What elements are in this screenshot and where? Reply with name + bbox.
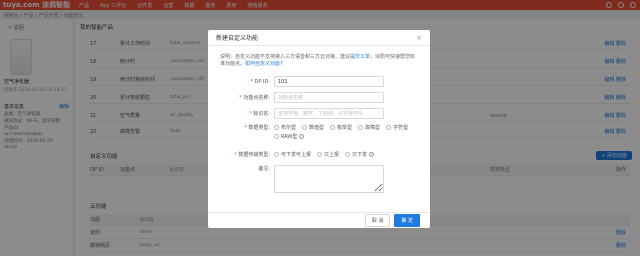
name-label: * 功能点名称:: [239, 95, 270, 101]
how-to-link[interactable]: 如何自定义功能?: [245, 61, 283, 67]
dp-id-input[interactable]: [274, 76, 384, 87]
remark-label: 备注:: [258, 166, 270, 172]
field-code: * 标识名:: [208, 108, 430, 119]
radio-send-only[interactable]: 只下发?: [345, 151, 375, 158]
new-custom-function-dialog: 新建自定义功能 × 说明：自定义功能不支持接入三方语音和三方云对接。建议提交工单…: [208, 30, 430, 228]
submit-ticket-link[interactable]: 提交工单: [350, 54, 370, 60]
field-name: * 功能点名称:: [208, 92, 430, 103]
radio-enum[interactable]: 枚举型: [330, 124, 352, 131]
dialog-header: 新建自定义功能 ×: [208, 30, 430, 46]
field-transfer: * 数据传输类型: 可下发可上报 只上报 只下发?: [208, 149, 430, 160]
radio-raw[interactable]: RAW型?: [274, 133, 305, 140]
dialog-description: 说明：自定义功能不支持接入三方语音和三方云对接。建议提交工单，涂鸦可快速帮您标准…: [220, 54, 418, 68]
field-data-type: * 数据类型: 布尔型 数值型 枚举型 故障型 字符型 RAW型?: [208, 124, 430, 144]
field-dp-id: * DP ID:: [208, 76, 430, 87]
dialog-footer: 取 消 确 定: [208, 212, 430, 228]
radio-string[interactable]: 字符型: [386, 124, 408, 131]
code-label: * 标识名:: [249, 111, 270, 117]
radio-value[interactable]: 数值型: [302, 124, 324, 131]
field-remark: 备注:: [208, 165, 430, 195]
function-name-input[interactable]: [274, 92, 384, 103]
data-type-label: * 数据类型:: [244, 125, 270, 131]
dp-id-label: * DP ID:: [250, 78, 270, 85]
transfer-options: 可下发可上报 只上报 只下发?: [274, 151, 414, 158]
help-icon: ?: [369, 152, 375, 157]
radio-bool[interactable]: 布尔型: [274, 124, 296, 131]
cancel-button[interactable]: 取 消: [364, 214, 391, 227]
identifier-input[interactable]: [274, 108, 384, 119]
desc-text: 说明：自定义功能不支持接入三方语音和三方云对接。建议: [220, 54, 351, 60]
close-icon[interactable]: ×: [416, 34, 422, 42]
data-type-options: 布尔型 数值型 枚举型 故障型 字符型 RAW型?: [274, 124, 414, 140]
confirm-button[interactable]: 确 定: [394, 214, 420, 227]
transfer-label: * 数据传输类型:: [234, 152, 270, 158]
radio-report-only[interactable]: 只上报: [317, 151, 339, 158]
radio-fault[interactable]: 故障型: [358, 124, 380, 131]
radio-report-send[interactable]: 可下发可上报: [274, 151, 311, 158]
remark-textarea[interactable]: [274, 165, 384, 193]
dialog-title: 新建自定义功能: [216, 35, 259, 42]
help-icon: ?: [299, 134, 305, 139]
